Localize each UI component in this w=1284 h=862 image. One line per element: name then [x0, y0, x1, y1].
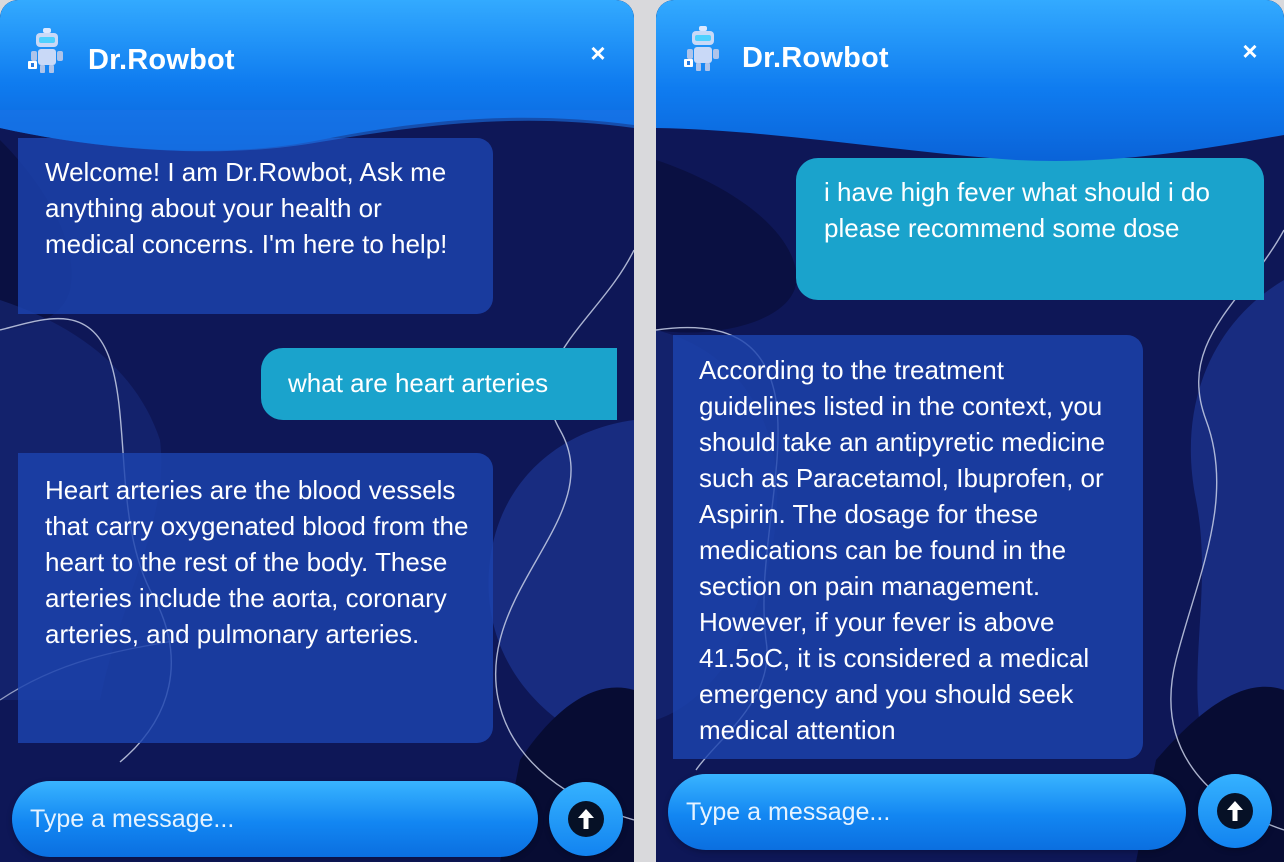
message-input-container [12, 781, 538, 857]
chat-title: Dr.Rowbot [88, 44, 235, 76]
chat-header [656, 0, 1284, 175]
user-message: i have high fever what should i do pleas… [796, 158, 1264, 300]
robot-icon [28, 28, 66, 74]
chat-window-left: Dr.Rowbot × Welcome! I am Dr.Rowbot, Ask… [0, 0, 634, 862]
chat-title: Dr.Rowbot [742, 42, 889, 74]
chat-window-right: Dr.Rowbot × i have high fever what shoul… [656, 0, 1284, 862]
bot-message: Heart arteries are the blood vessels tha… [18, 453, 493, 743]
robot-icon [684, 26, 722, 72]
close-icon[interactable]: × [586, 38, 610, 69]
close-icon[interactable]: × [1238, 36, 1262, 67]
message-input[interactable] [668, 774, 1186, 850]
bot-message: According to the treatment guidelines li… [673, 335, 1143, 759]
send-button[interactable] [549, 782, 623, 856]
arrow-up-icon [568, 801, 604, 837]
user-message: what are heart arteries [261, 348, 617, 420]
message-input[interactable] [12, 781, 538, 857]
arrow-up-icon [1217, 793, 1253, 829]
chat-header [0, 0, 634, 175]
message-input-container [668, 774, 1186, 850]
send-button[interactable] [1198, 774, 1272, 848]
